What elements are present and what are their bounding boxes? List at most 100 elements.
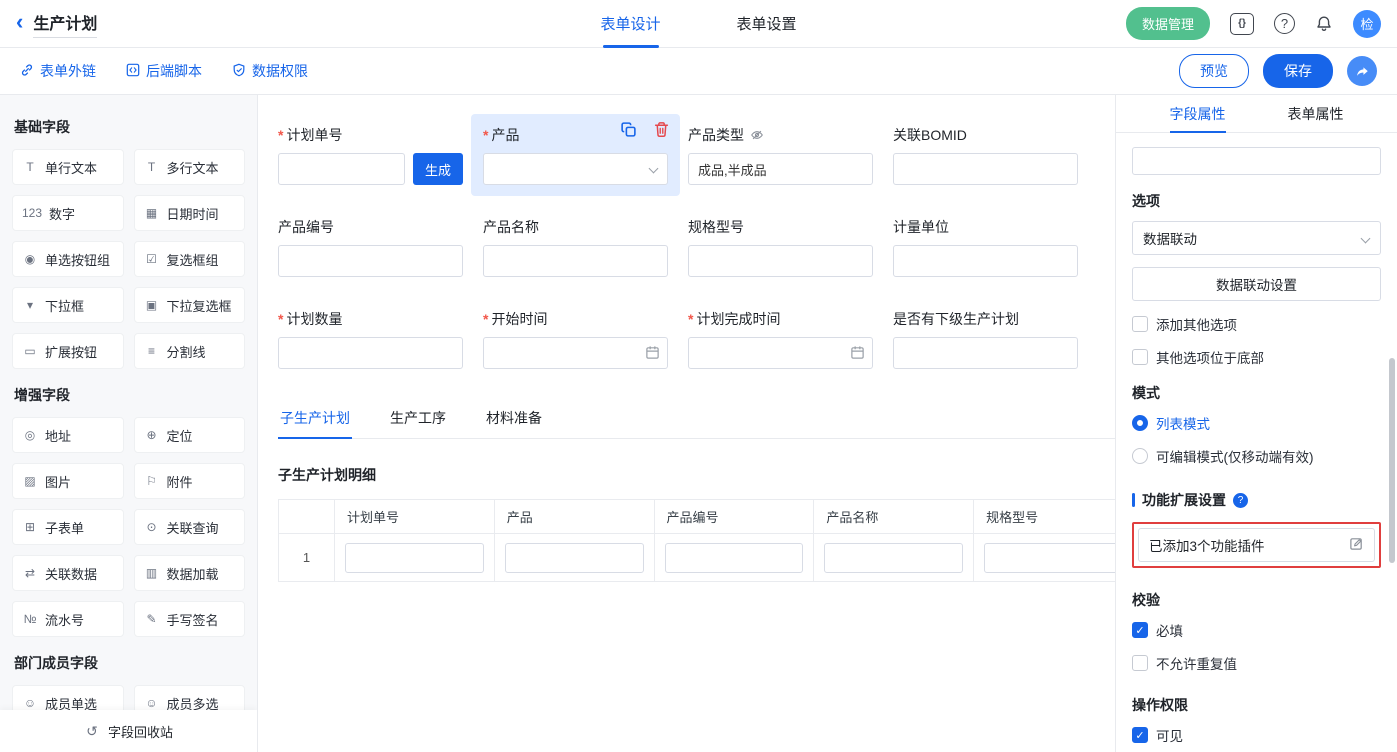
scrollbar-thumb[interactable]: [1389, 358, 1395, 563]
divider-icon: ≡: [144, 344, 160, 358]
tab-form-properties[interactable]: 表单属性: [1288, 95, 1344, 132]
finish-time-input[interactable]: [688, 337, 873, 369]
field-item-textarea[interactable]: T多行文本: [134, 149, 246, 185]
checkbox-required[interactable]: ✓ 必填: [1132, 620, 1381, 640]
data-manage-button[interactable]: 数据管理: [1126, 7, 1210, 40]
product-type-input[interactable]: [688, 153, 873, 185]
checkbox-other-option-bottom[interactable]: 其他选项位于底部: [1132, 347, 1381, 367]
cell-spec-input[interactable]: [984, 543, 1115, 573]
attachment-icon: ⚐: [144, 474, 160, 488]
subform-icon: ⊞: [22, 520, 38, 534]
start-time-input[interactable]: [483, 337, 668, 369]
product-name-input[interactable]: [483, 245, 668, 277]
field-item-checkbox-group[interactable]: ☑复选框组: [134, 241, 246, 277]
field-start-time[interactable]: *开始时间: [483, 309, 668, 369]
field-item-data-load[interactable]: ▥数据加载: [134, 555, 246, 591]
field-item-linked-query[interactable]: ⊙关联查询: [134, 509, 246, 545]
tab-form-settings[interactable]: 表单设置: [737, 0, 797, 48]
publish-icon[interactable]: [1347, 56, 1377, 86]
copy-icon[interactable]: [620, 121, 637, 138]
plan-qty-input[interactable]: [278, 337, 463, 369]
field-finish-time[interactable]: *计划完成时间: [688, 309, 873, 369]
cell-product-input[interactable]: [505, 543, 644, 573]
field-item-datetime[interactable]: ▦日期时间: [134, 195, 246, 231]
field-plan-no[interactable]: *计划单号 生成: [278, 125, 463, 185]
code-icon[interactable]: {}: [1230, 13, 1254, 35]
field-product-code[interactable]: 产品编号: [278, 217, 463, 277]
permission-label: 操作权限: [1132, 695, 1381, 715]
bom-id-input[interactable]: [893, 153, 1078, 185]
has-sub-plan-input[interactable]: [893, 337, 1078, 369]
section-title-members: 部门成员字段: [14, 653, 243, 673]
col-header: 产品编号: [654, 500, 814, 534]
tab-form-design[interactable]: 表单设计: [600, 0, 660, 48]
preview-button[interactable]: 预览: [1179, 54, 1249, 88]
field-product[interactable]: *产品: [471, 114, 680, 196]
data-permission-link[interactable]: 数据权限: [232, 61, 308, 81]
back-icon[interactable]: ‹: [16, 11, 23, 33]
datetime-icon: ▦: [144, 206, 160, 220]
tab-material-prep[interactable]: 材料准备: [484, 399, 544, 438]
required-star: *: [483, 311, 488, 327]
field-recycle-bin[interactable]: ↺ 字段回收站: [0, 710, 257, 752]
page-title[interactable]: 生产计划: [33, 10, 97, 38]
field-item-address[interactable]: ◎地址: [12, 417, 124, 453]
field-bom-id[interactable]: 关联BOMID: [893, 125, 1078, 185]
field-item-linked-data[interactable]: ⇄关联数据: [12, 555, 124, 591]
field-item-extend-button[interactable]: ▭扩展按钮: [12, 333, 124, 369]
main-tabs: 表单设计 表单设置: [600, 0, 796, 48]
unit-input[interactable]: [893, 245, 1078, 277]
product-select[interactable]: [483, 153, 668, 185]
row-index-header: [279, 500, 335, 534]
field-item-signature[interactable]: ✎手写签名: [134, 601, 246, 637]
field-product-name[interactable]: 产品名称: [483, 217, 668, 277]
field-plan-qty[interactable]: *计划数量: [278, 309, 463, 369]
help-icon[interactable]: ?: [1274, 13, 1295, 34]
field-has-sub-plan[interactable]: 是否有下级生产计划: [893, 309, 1078, 369]
field-item-radio-group[interactable]: ◉单选按钮组: [12, 241, 124, 277]
bell-icon[interactable]: [1315, 15, 1333, 33]
generate-button[interactable]: 生成: [413, 153, 463, 185]
checkbox-add-other-option[interactable]: 添加其他选项: [1132, 314, 1381, 334]
plan-no-input[interactable]: [278, 153, 405, 185]
delete-icon[interactable]: [653, 121, 670, 138]
radio-list-mode[interactable]: 列表模式: [1132, 413, 1381, 433]
field-product-type[interactable]: 产品类型: [688, 125, 873, 185]
plugin-summary[interactable]: 已添加3个功能插件: [1138, 528, 1375, 562]
linkage-select[interactable]: 数据联动: [1132, 221, 1381, 255]
field-spec[interactable]: 规格型号: [688, 217, 873, 277]
field-item-attachment[interactable]: ⚐附件: [134, 463, 246, 499]
field-item-divider[interactable]: ≡分割线: [134, 333, 246, 369]
radio-dot: [1132, 415, 1148, 431]
field-item-multi-select[interactable]: ▣下拉复选框: [134, 287, 246, 323]
field-item-number[interactable]: 123数字: [12, 195, 124, 231]
checkbox-visible[interactable]: ✓ 可见: [1132, 725, 1381, 745]
field-item-text[interactable]: T单行文本: [12, 149, 124, 185]
cell-product-code-input[interactable]: [665, 543, 804, 573]
field-unit[interactable]: 计量单位: [893, 217, 1078, 277]
field-label: 计量单位: [893, 217, 949, 237]
cell-plan-no-input[interactable]: [345, 543, 484, 573]
field-item-select[interactable]: ▾下拉框: [12, 287, 124, 323]
save-button[interactable]: 保存: [1263, 54, 1333, 88]
spec-input[interactable]: [688, 245, 873, 277]
cell-product-name-input[interactable]: [824, 543, 963, 573]
tab-field-properties[interactable]: 字段属性: [1170, 95, 1226, 132]
avatar[interactable]: 检: [1353, 10, 1381, 38]
radio-editable-mode[interactable]: 可编辑模式(仅移动端有效): [1132, 446, 1381, 466]
form-external-link[interactable]: 表单外链: [20, 61, 96, 81]
backend-script-link[interactable]: 后端脚本: [126, 61, 202, 81]
field-item-subform[interactable]: ⊞子表单: [12, 509, 124, 545]
tab-production-process[interactable]: 生产工序: [388, 399, 448, 438]
tab-sub-production-plan[interactable]: 子生产计划: [278, 399, 352, 438]
field-item-serial[interactable]: №流水号: [12, 601, 124, 637]
product-code-input[interactable]: [278, 245, 463, 277]
help-circle-icon[interactable]: ?: [1233, 493, 1248, 508]
serial-number-icon: №: [22, 612, 38, 626]
field-item-image[interactable]: ▨图片: [12, 463, 124, 499]
linkage-settings-button[interactable]: 数据联动设置: [1132, 267, 1381, 301]
field-item-location[interactable]: ⊕定位: [134, 417, 246, 453]
edit-icon[interactable]: [1349, 536, 1364, 554]
checkbox-no-duplicate[interactable]: 不允许重复值: [1132, 653, 1381, 673]
clipped-input[interactable]: [1132, 147, 1381, 175]
